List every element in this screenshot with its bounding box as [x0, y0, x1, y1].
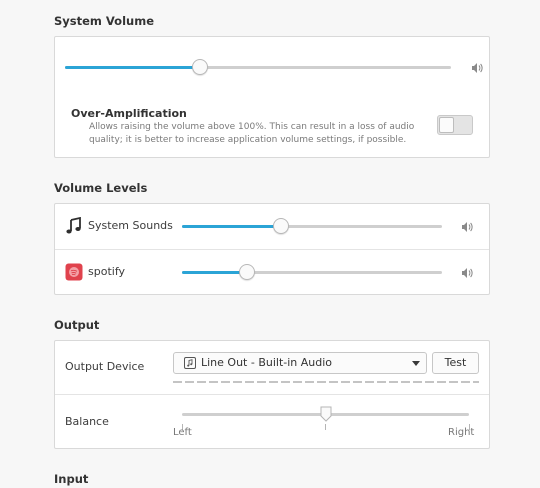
system-volume-title: System Volume [54, 14, 154, 28]
over-amplification-description-2: quality; it is better to increase applic… [89, 135, 407, 145]
spotify-slider-thumb[interactable] [239, 264, 255, 280]
over-amplification-description-1: Allows raising the volume above 100%. Th… [89, 122, 415, 132]
over-amplification-label: Over-Amplification [71, 107, 187, 120]
volume-levels-card: System Sounds spotify [54, 203, 490, 295]
system-volume-slider-thumb[interactable] [192, 59, 209, 75]
chevron-down-icon [412, 361, 420, 366]
spotify-volume-slider[interactable] [182, 264, 442, 280]
over-amplification-toggle[interactable] [437, 115, 473, 135]
spotify-icon [65, 263, 83, 281]
audio-device-icon [184, 357, 196, 369]
speaker-icon [462, 268, 473, 278]
output-title: Output [54, 318, 100, 332]
output-device-dropdown[interactable]: Line Out - Built-in Audio [173, 352, 427, 374]
balance-left-label: Left [173, 427, 192, 438]
volume-levels-title: Volume Levels [54, 181, 148, 195]
volume-item-label-spotify: spotify [88, 265, 126, 278]
balance-slider-thumb[interactable] [320, 406, 332, 422]
output-device-label: Output Device [65, 360, 145, 373]
speaker-icon [462, 222, 473, 232]
music-note-icon [66, 217, 81, 234]
output-level-meter [173, 381, 479, 383]
input-title: Input [54, 472, 89, 486]
balance-tick-center [325, 424, 326, 430]
balance-right-label: Right [448, 427, 475, 438]
system-sounds-volume-slider[interactable] [182, 218, 442, 234]
output-card: Output Device Line Out - Built-in Audio … [54, 340, 490, 449]
test-button[interactable]: Test [432, 352, 479, 374]
toggle-knob [439, 117, 454, 133]
system-volume-slider[interactable] [65, 59, 451, 75]
speaker-icon [472, 63, 483, 73]
system-volume-card: Over-Amplification Allows raising the vo… [54, 36, 490, 158]
volume-item-label-system-sounds: System Sounds [88, 219, 173, 232]
balance-label: Balance [65, 415, 109, 428]
output-device-value: Line Out - Built-in Audio [201, 356, 333, 369]
system-sounds-slider-thumb[interactable] [272, 218, 289, 234]
